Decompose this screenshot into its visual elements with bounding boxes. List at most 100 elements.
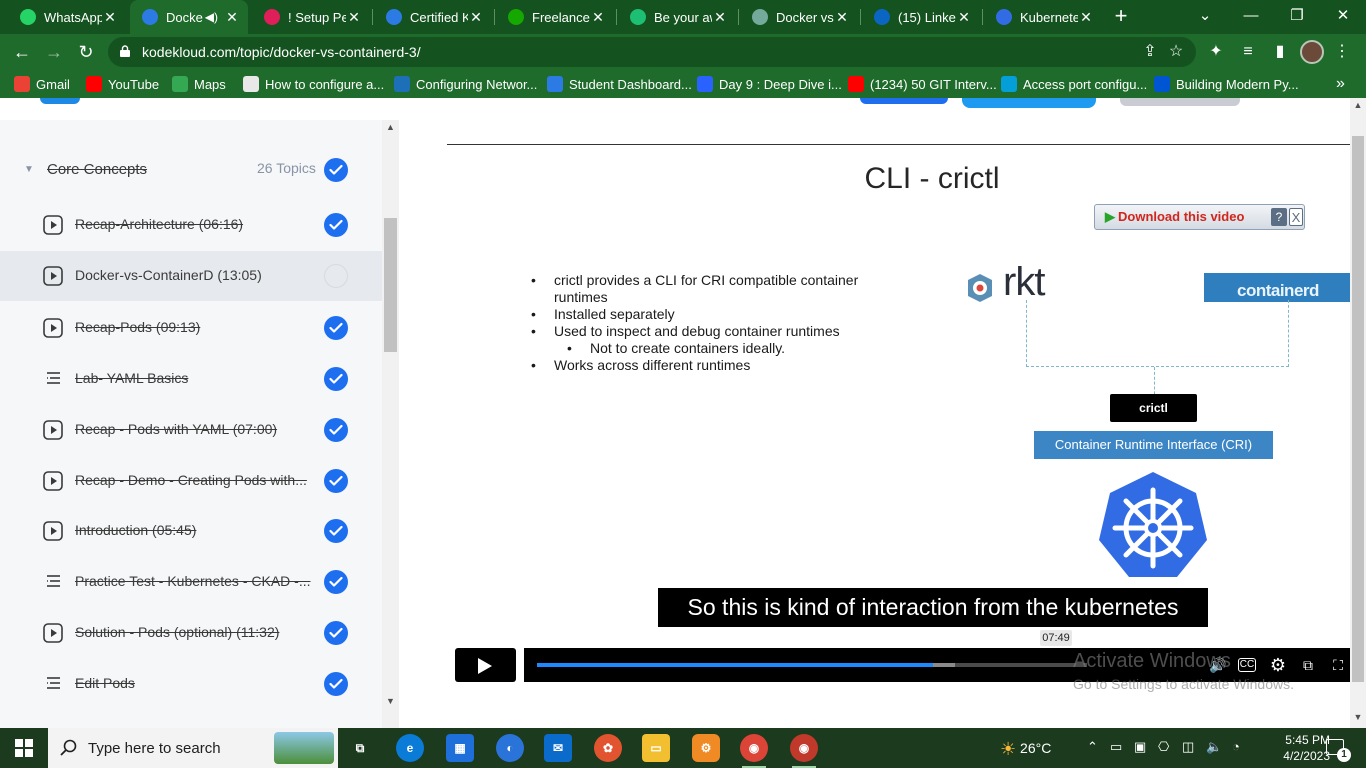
extensions-icon[interactable]: ✦ bbox=[1204, 40, 1228, 64]
picture-in-picture-icon[interactable]: ⧉ bbox=[1298, 656, 1318, 674]
lesson-item[interactable]: Edit Pods bbox=[0, 659, 382, 709]
check-icon[interactable] bbox=[324, 418, 348, 442]
settings-gear-icon[interactable]: ⚙ bbox=[1268, 656, 1288, 674]
browser-tab[interactable]: Freelance ✕ bbox=[496, 0, 614, 34]
bookmark-item[interactable]: Building Modern Py... bbox=[1154, 75, 1299, 93]
camera-icon[interactable]: ◫ bbox=[1182, 739, 1194, 755]
chrome-icon[interactable]: ◉ bbox=[740, 734, 768, 768]
download-video-badge[interactable]: ▶ Download this video ? X bbox=[1094, 204, 1305, 230]
check-icon[interactable] bbox=[324, 316, 348, 340]
browser-tab[interactable]: WhatsApp ✕ bbox=[8, 0, 126, 34]
notifications-icon[interactable]: 1 bbox=[1326, 739, 1351, 762]
check-icon[interactable] bbox=[324, 570, 348, 594]
bookmark-item[interactable]: (1234) 50 GIT Interv... bbox=[848, 75, 997, 93]
help-icon[interactable]: ? bbox=[1271, 208, 1287, 226]
browser-tab[interactable]: Be your aw✕ bbox=[618, 0, 736, 34]
tab-close-icon[interactable]: ✕ bbox=[590, 9, 606, 26]
bookmark-item[interactable]: Gmail bbox=[14, 75, 70, 93]
page-scrollbar[interactable]: ▲ ▼ bbox=[1350, 98, 1366, 728]
lesson-item[interactable]: Recap - Pods with YAML (07:00) bbox=[0, 405, 382, 455]
section-core-concepts[interactable]: ▼ Core Concepts 26 Topics bbox=[0, 150, 382, 190]
progress-fill[interactable] bbox=[537, 663, 933, 667]
tab-close-icon[interactable]: ✕ bbox=[712, 9, 728, 26]
browser-tab[interactable]: Certified K ✕ bbox=[374, 0, 492, 34]
lesson-item[interactable]: Recap - Demo - Creating Pods with... bbox=[0, 456, 382, 506]
lesson-item[interactable]: Introduction (05:45) bbox=[0, 506, 382, 556]
task-view-icon[interactable]: ⧉ bbox=[346, 734, 374, 762]
bookmark-item[interactable]: Day 9 : Deep Dive i... bbox=[697, 75, 842, 93]
bookmark-item[interactable]: Student Dashboard... bbox=[547, 75, 692, 93]
page-scroll-down-icon[interactable]: ▼ bbox=[1350, 712, 1366, 726]
tab-audio-icon[interactable]: ◀) bbox=[205, 10, 218, 24]
tab-close-icon[interactable]: ✕ bbox=[224, 9, 240, 26]
caret-down-icon[interactable]: ▼ bbox=[24, 164, 34, 175]
start-button[interactable] bbox=[0, 728, 48, 768]
browser-tab[interactable]: ! Setup Pe ✕ bbox=[252, 0, 370, 34]
url-text[interactable]: kodekloud.com/topic/docker-vs-containerd… bbox=[142, 44, 421, 60]
scroll-down-icon[interactable]: ▼ bbox=[382, 696, 399, 710]
header-button-3[interactable] bbox=[1120, 98, 1240, 106]
browser-tab[interactable]: (15) Linked✕ bbox=[862, 0, 980, 34]
tab-close-icon[interactable]: ✕ bbox=[102, 9, 118, 26]
reload-button[interactable]: ↻ bbox=[72, 38, 100, 66]
sidebar-scroll-thumb[interactable] bbox=[384, 218, 397, 352]
bookmark-item[interactable]: How to configure a... bbox=[243, 75, 384, 93]
browser-tab[interactable]: Kubernete ✕ bbox=[984, 0, 1102, 34]
check-icon[interactable] bbox=[324, 621, 348, 645]
lesson-item[interactable]: Lab- YAML Basics bbox=[0, 354, 382, 404]
forward-button[interactable]: → bbox=[40, 38, 68, 66]
sidebar-scrollbar[interactable]: ▲ ▼ bbox=[382, 120, 399, 728]
tab-search-button[interactable]: ⌄ bbox=[1182, 0, 1228, 34]
taskbar-search[interactable]: Type here to search bbox=[48, 728, 338, 768]
bookmarks-overflow-icon[interactable]: » bbox=[1336, 75, 1345, 93]
lesson-item[interactable]: Solution - Pods (optional) (11:32) bbox=[0, 608, 382, 658]
speaker-icon[interactable]: 🔈 bbox=[1206, 739, 1222, 755]
header-button-2[interactable] bbox=[962, 98, 1096, 108]
usb-icon[interactable]: ⎔ bbox=[1158, 739, 1169, 755]
play-button[interactable] bbox=[455, 648, 516, 682]
mail-icon[interactable]: ✉ bbox=[544, 734, 572, 762]
address-bar[interactable]: kodekloud.com/topic/docker-vs-containerd… bbox=[108, 37, 1196, 67]
lesson-item[interactable]: Recap-Architecture (06:16) bbox=[0, 200, 382, 250]
check-icon[interactable] bbox=[324, 519, 348, 543]
app-icon[interactable]: ◐ bbox=[496, 734, 524, 762]
captions-icon[interactable]: CC bbox=[1238, 658, 1256, 672]
close-icon[interactable]: X bbox=[1289, 208, 1303, 226]
new-tab-button[interactable]: + bbox=[1109, 4, 1133, 30]
tab-close-icon[interactable]: ✕ bbox=[1078, 9, 1094, 26]
file-explorer-icon[interactable]: ▭ bbox=[642, 734, 670, 762]
bookmark-item[interactable]: Maps bbox=[172, 75, 226, 93]
network-device-icon[interactable]: ▣ bbox=[1134, 739, 1146, 755]
fullscreen-icon[interactable]: ⛶ bbox=[1328, 656, 1348, 674]
site-logo-fragment[interactable] bbox=[40, 98, 80, 104]
page-scroll-up-icon[interactable]: ▲ bbox=[1350, 100, 1366, 114]
wifi-icon[interactable]: ◔ bbox=[1232, 739, 1240, 754]
back-button[interactable]: ← bbox=[8, 38, 36, 66]
tab-close-icon[interactable]: ✕ bbox=[346, 9, 362, 26]
chrome-profile-icon[interactable]: ◉ bbox=[790, 734, 818, 768]
search-highlight-image[interactable] bbox=[274, 732, 334, 764]
incomplete-circle-icon[interactable] bbox=[324, 264, 348, 288]
browser-tab[interactable]: Docke ◀) ✕ bbox=[130, 0, 248, 34]
scroll-up-icon[interactable]: ▲ bbox=[382, 122, 399, 136]
menu-kebab-icon[interactable]: ⋮ bbox=[1330, 40, 1354, 64]
maximize-button[interactable]: ❐ bbox=[1274, 0, 1320, 34]
tray-chevron-icon[interactable]: ⌃ bbox=[1087, 739, 1098, 755]
bookmark-star-icon[interactable]: ☆ bbox=[1164, 40, 1188, 64]
lock-icon[interactable] bbox=[120, 45, 130, 57]
app-red-icon[interactable]: ✿ bbox=[594, 734, 622, 762]
clock[interactable]: 5:45 PM 4/2/2023 bbox=[1278, 732, 1330, 764]
video-player[interactable]: CLI - crictl ▶Download this video ? X cr… bbox=[399, 120, 1350, 728]
minimize-button[interactable]: — bbox=[1228, 0, 1274, 34]
tab-close-icon[interactable]: ✕ bbox=[834, 9, 850, 26]
header-button-1[interactable] bbox=[860, 98, 948, 104]
weather-widget[interactable]: ☀ 26°C bbox=[1000, 739, 1051, 760]
side-panel-icon[interactable]: ▮ bbox=[1268, 40, 1292, 64]
app-orange-icon[interactable]: ⚙ bbox=[692, 734, 720, 762]
tab-close-icon[interactable]: ✕ bbox=[956, 9, 972, 26]
check-icon[interactable] bbox=[324, 367, 348, 391]
lesson-item[interactable]: Practice Test - Kubernetes - CKAD -... bbox=[0, 557, 382, 607]
edge-icon[interactable]: e bbox=[396, 734, 424, 762]
lesson-item[interactable]: Recap-Pods (09:13) bbox=[0, 303, 382, 353]
download-video-button[interactable]: ▶ Download this video bbox=[1105, 209, 1244, 225]
